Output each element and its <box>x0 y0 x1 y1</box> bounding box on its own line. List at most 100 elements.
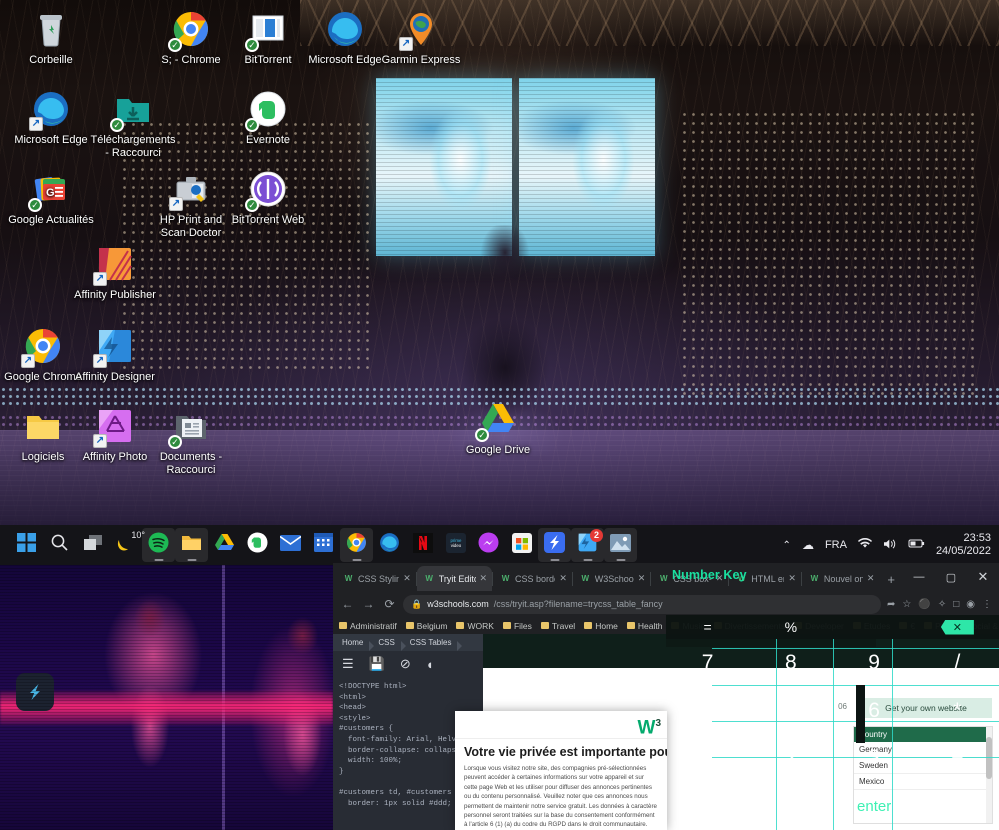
wifi-icon[interactable] <box>857 538 872 552</box>
bookmark-item[interactable]: WORK <box>456 621 494 631</box>
keypad-key-1[interactable]: 1 <box>666 735 749 783</box>
keypad-key-9[interactable]: 9 <box>833 639 916 687</box>
tray-overflow-icon[interactable]: ⌃ <box>783 540 791 551</box>
star-icon[interactable]: ☆ <box>902 599 911 610</box>
desktop-icon-chrome-shortcut[interactable]: ✓ S; - Chrome <box>148 8 234 67</box>
url-input[interactable]: 🔒 w3schools.com/css/tryit.asp?filename=t… <box>403 594 882 614</box>
tab-close-icon[interactable]: ✕ <box>788 573 796 584</box>
taskbar-file-explorer-button[interactable] <box>175 528 208 562</box>
desktop-icon-evernote[interactable]: ✓ Evernote <box>225 88 311 147</box>
taskbar-splice-button[interactable] <box>538 528 571 562</box>
keypad-key-percent[interactable]: % <box>749 615 832 639</box>
keypad-key-minus[interactable]: − <box>916 735 999 783</box>
reload-button[interactable]: ⟳ <box>382 597 397 611</box>
keypad-key-8[interactable]: 8 <box>749 639 832 687</box>
profile-icon[interactable]: ◉ <box>966 599 975 610</box>
taskbar-messenger-button[interactable] <box>472 528 505 562</box>
breadcrumb-item[interactable]: CSS Tables <box>401 638 463 651</box>
extensions-icon[interactable]: ✧ <box>938 599 946 610</box>
desktop-icon-downloads-shortcut[interactable]: ✓ Téléchargements - Raccourci <box>90 88 176 159</box>
breadcrumb-item[interactable]: CSS <box>369 638 407 651</box>
desktop-icon-microsoft-edge[interactable]: Microsoft Edge <box>302 8 388 67</box>
taskbar-microsoft-store-button[interactable] <box>505 528 538 562</box>
keypad-key-divide[interactable]: / <box>916 639 999 687</box>
desktop-icon-affinity-designer[interactable]: ↗ Affinity Designer <box>72 325 158 384</box>
bookmark-item[interactable]: Files <box>502 621 532 631</box>
desktop-icon-recycle-bin[interactable]: Corbeille <box>8 8 94 67</box>
taskbar-task-view-button[interactable] <box>76 528 109 562</box>
video-preview-pane[interactable] <box>0 565 333 830</box>
minimize-button[interactable]: — <box>903 563 935 591</box>
keypad-key-comma[interactable]: , <box>749 782 832 830</box>
bookmark-item[interactable]: Travel <box>540 621 575 631</box>
browser-tab[interactable]: W CSS border ✕ <box>493 566 572 591</box>
dark-mode-icon[interactable]: ◖ <box>426 657 434 672</box>
keypad-key-equals[interactable]: = <box>666 615 749 639</box>
splice-logo-icon[interactable] <box>16 673 54 711</box>
battery-icon[interactable] <box>908 538 925 552</box>
taskbar-evernote-button[interactable] <box>241 528 274 562</box>
tab-close-icon[interactable]: ✕ <box>638 573 646 584</box>
keypad-key-0[interactable]: 0 <box>666 782 749 830</box>
keypad-key-2[interactable]: 2 <box>749 735 832 783</box>
bookmark-item[interactable]: Home <box>584 621 618 631</box>
bookmark-item[interactable]: Belgium <box>405 621 447 631</box>
maximize-button[interactable]: ▢ <box>935 563 967 591</box>
share-icon[interactable]: ➦ <box>887 599 895 610</box>
taskbar-edge-button[interactable] <box>373 528 406 562</box>
split-screen-icon[interactable]: □ <box>953 599 959 610</box>
bookmark-item[interactable]: Health <box>626 621 662 631</box>
taskbar-start-button[interactable] <box>10 528 43 562</box>
desktop-icon-garmin-express[interactable]: ↗ Garmin Express <box>378 8 464 67</box>
desktop-icon-google-news[interactable]: G ✓ Google Actualités <box>8 168 94 227</box>
clock[interactable]: 23:53 24/05/2022 <box>936 532 991 558</box>
menu-icon[interactable]: ☰ <box>342 656 354 672</box>
desktop-icon-bittorrent-web[interactable]: ✓ BitTorrent Web <box>225 168 311 227</box>
browser-tab[interactable]: W CSS Styling✕ <box>336 566 416 591</box>
keypad-key-plus[interactable]: + <box>916 782 999 830</box>
onedrive-cloud-icon[interactable]: ☁ <box>802 538 814 552</box>
desktop-icon-bittorrent[interactable]: ✓ BitTorrent <box>225 8 311 67</box>
taskbar-calendar-button[interactable] <box>307 528 340 562</box>
desktop-icon-google-drive[interactable]: ✓ Google Drive <box>455 398 541 457</box>
taskbar-photos-button[interactable] <box>604 528 637 562</box>
new-tab-button[interactable]: + <box>879 572 903 591</box>
no-wrap-icon[interactable]: ⊘ <box>400 656 411 672</box>
menu-icon[interactable]: ⋮ <box>982 599 992 610</box>
desktop-icon-microsoft-edge-2[interactable]: ↗ Microsoft Edge <box>8 88 94 147</box>
language-indicator[interactable]: FRA <box>825 539 847 551</box>
close-button[interactable]: ✕ <box>967 563 999 591</box>
desktop-icon-affinity-publisher[interactable]: ↗ Affinity Publisher <box>72 243 158 302</box>
browser-tab[interactable]: W Tryit Editor ✕ <box>416 566 493 591</box>
taskbar-google-drive-button[interactable] <box>208 528 241 562</box>
tab-close-icon[interactable]: ✕ <box>559 573 567 584</box>
taskbar-weather-widget[interactable]: 10° <box>109 528 145 562</box>
browser-tab[interactable]: W W3Schools ✕ <box>573 566 651 591</box>
desktop-icon-affinity-photo[interactable]: ↗ Affinity Photo <box>72 405 158 464</box>
tab-close-icon[interactable]: ✕ <box>403 573 411 584</box>
keypad-key-4[interactable]: 4 <box>666 687 749 735</box>
speaker-icon[interactable] <box>883 538 897 553</box>
keypad-key-3[interactable]: 3 <box>833 735 916 783</box>
desktop-icon-hp-print-scan-doctor[interactable]: ↗ HP Print and Scan Doctor <box>148 168 234 239</box>
tab-close-icon[interactable]: ✕ <box>867 573 875 584</box>
save-icon[interactable]: 💾 <box>369 656 385 672</box>
breadcrumb-item[interactable]: Home <box>333 638 375 651</box>
bookmark-item[interactable]: Administratif <box>339 621 397 631</box>
desktop-icon-documents-shortcut[interactable]: ✓ Documents - Raccourci <box>148 405 234 476</box>
keypad-key-enter[interactable]: enter <box>833 782 916 830</box>
taskbar-netflix-button[interactable] <box>406 528 439 562</box>
keypad-key-7[interactable]: 7 <box>666 639 749 687</box>
taskbar-chrome-button[interactable] <box>340 528 373 562</box>
keypad-key-multiply[interactable]: * <box>916 687 999 735</box>
taskbar-affinity-designer-button[interactable]: 2 <box>571 528 604 562</box>
record-icon[interactable]: ⚫ <box>918 599 930 610</box>
taskbar-spotify-button[interactable] <box>142 528 175 562</box>
keypad-key-5[interactable]: 5 <box>749 687 832 735</box>
tab-close-icon[interactable]: ✕ <box>480 573 488 584</box>
keypad-key-backspace[interactable]: ✕ <box>916 615 999 639</box>
browser-tab[interactable]: W Nouvel ong ✕ <box>802 566 880 591</box>
desktop-wallpaper[interactable]: Corbeille ✓ S; - Chrome ✓ BitTorrent Microsof… <box>0 0 999 525</box>
forward-button[interactable]: → <box>361 597 376 611</box>
back-button[interactable]: ← <box>340 597 355 611</box>
